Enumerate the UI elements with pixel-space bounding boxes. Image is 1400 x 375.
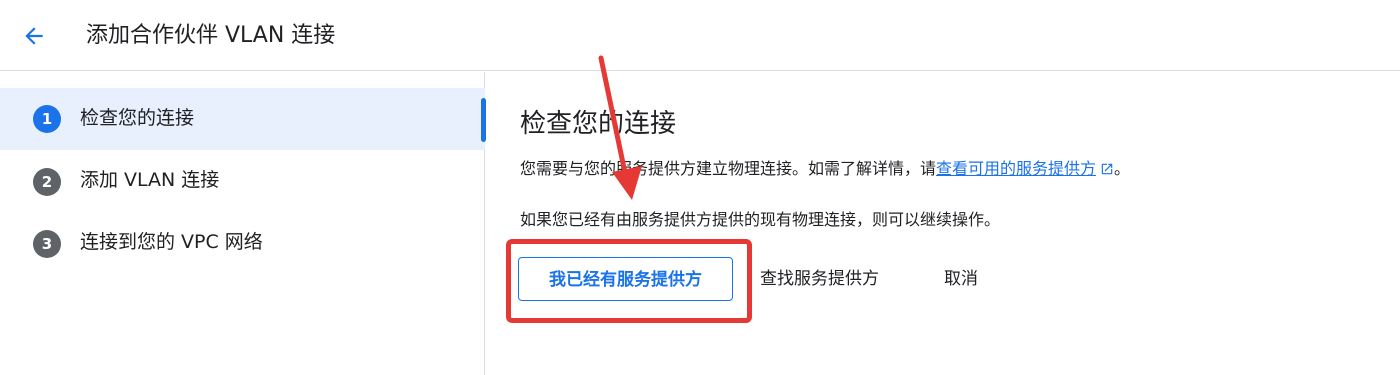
annotation-arrow-icon [598,55,642,200]
